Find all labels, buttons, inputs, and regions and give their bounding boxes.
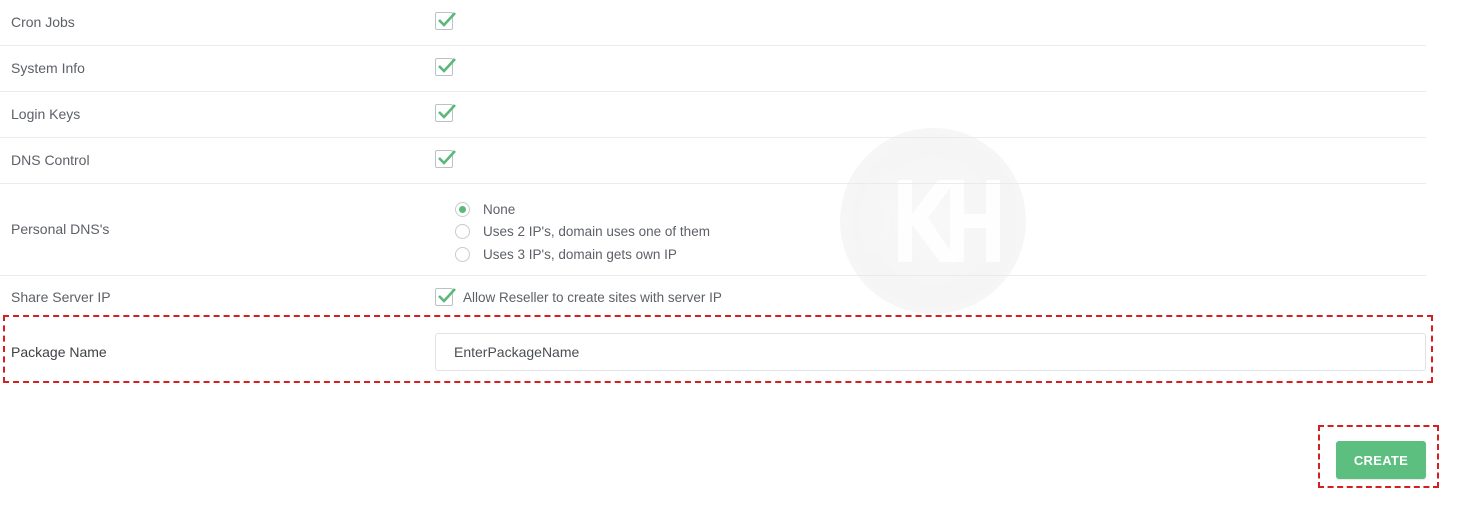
- package-name-input[interactable]: [435, 333, 1426, 371]
- row-personal-dns: Personal DNS's None Uses 2 IP's, domain …: [0, 184, 1426, 276]
- radio-unselected-icon[interactable]: [455, 246, 470, 262]
- share-server-ip-checkbox-label: Allow Reseller to create sites with serv…: [463, 289, 722, 305]
- package-name-label: Package Name: [11, 344, 107, 360]
- radio-option-two-ips[interactable]: Uses 2 IP's, domain uses one of them: [455, 221, 710, 244]
- radio-option-three-ips[interactable]: Uses 3 IP's, domain gets own IP: [455, 243, 710, 266]
- radio-option-label: Uses 2 IP's, domain uses one of them: [483, 224, 710, 240]
- radio-unselected-icon[interactable]: [455, 224, 470, 240]
- radio-option-label: None: [483, 201, 516, 217]
- radio-option-label: Uses 3 IP's, domain gets own IP: [483, 246, 677, 262]
- radio-option-none[interactable]: None: [455, 198, 710, 221]
- row-label-system-info: System Info: [11, 60, 85, 76]
- personal-dns-radio-group: None Uses 2 IP's, domain uses one of the…: [455, 198, 710, 266]
- row-login-keys: Login Keys: [0, 92, 1426, 138]
- row-dns-control: DNS Control: [0, 138, 1426, 184]
- page: KnownHost Cron Jobs System Info Login Ke…: [0, 0, 1463, 517]
- row-label-personal-dns: Personal DNS's: [11, 221, 110, 237]
- row-label-dns-control: DNS Control: [11, 152, 90, 168]
- row-system-info: System Info: [0, 46, 1426, 92]
- share-server-ip-checkbox-icon[interactable]: [435, 288, 456, 306]
- login-keys-checkbox-icon[interactable]: [435, 104, 456, 122]
- cron-jobs-checkbox-icon[interactable]: [435, 12, 456, 30]
- dns-control-checkbox-icon[interactable]: [435, 150, 456, 168]
- row-cron-jobs: Cron Jobs: [0, 0, 1426, 46]
- create-button[interactable]: CREATE: [1336, 441, 1426, 479]
- radio-selected-icon[interactable]: [455, 201, 470, 217]
- share-server-ip-control[interactable]: Allow Reseller to create sites with serv…: [435, 288, 722, 306]
- system-info-checkbox-icon[interactable]: [435, 58, 456, 76]
- row-label-login-keys: Login Keys: [11, 106, 81, 122]
- permissions-table: Cron Jobs System Info Login Keys DNS Con…: [0, 0, 1426, 276]
- row-label-cron-jobs: Cron Jobs: [11, 14, 75, 30]
- row-label-share-server-ip: Share Server IP: [11, 289, 111, 305]
